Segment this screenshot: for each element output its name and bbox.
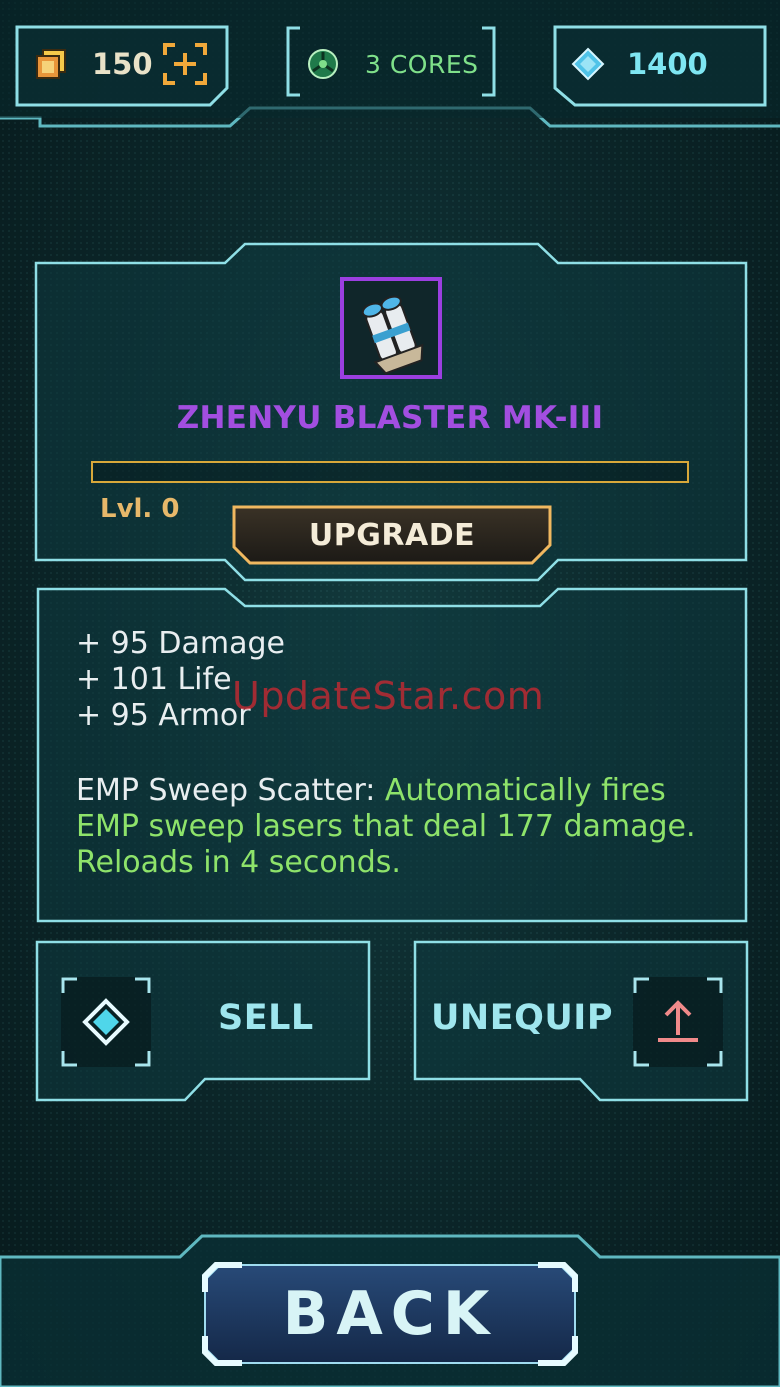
diamond-icon — [61, 977, 151, 1067]
unequip-icon-box — [633, 977, 723, 1067]
back-label: BACK — [282, 1279, 498, 1349]
upload-icon — [633, 977, 723, 1067]
stat-damage: + 95 Damage — [76, 626, 285, 661]
sell-icon-box — [61, 977, 151, 1067]
ability-description: EMP Sweep Scatter: Automatically fires E… — [76, 773, 716, 881]
unequip-label: UNEQUIP — [431, 998, 613, 1038]
back-button[interactable]: BACK — [202, 1262, 578, 1366]
ability-name: EMP Sweep Scatter: — [76, 773, 376, 808]
sell-label: SELL — [218, 998, 314, 1038]
unequip-button[interactable]: UNEQUIP — [415, 942, 747, 1100]
sell-button[interactable]: SELL — [37, 942, 369, 1100]
watermark: UpdateStar.com — [232, 674, 545, 718]
